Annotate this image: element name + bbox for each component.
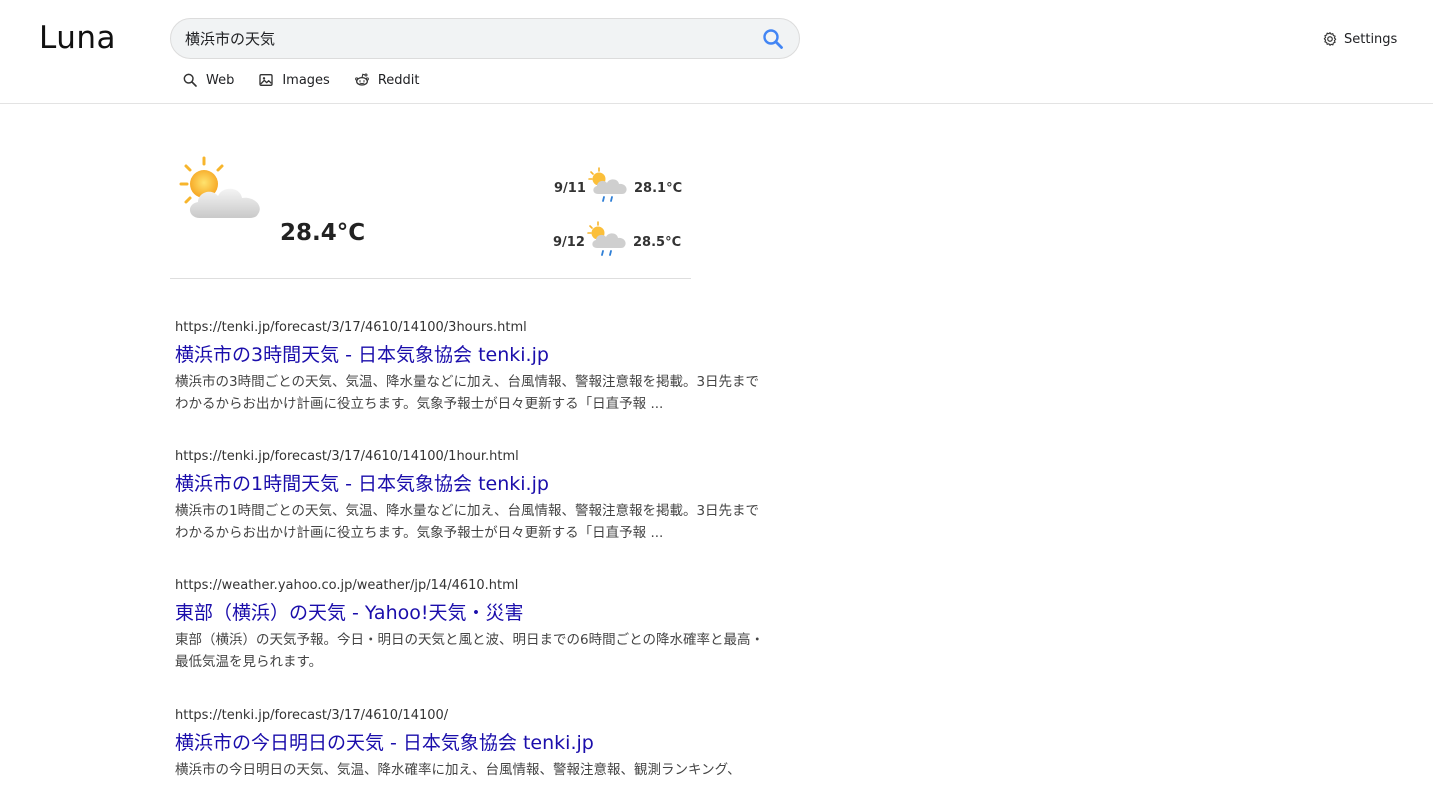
- forecast-temp: 28.1°C: [634, 180, 683, 196]
- result-title-link[interactable]: 横浜市の1時間天気 - 日本気象協会 tenki.jp: [175, 472, 775, 496]
- tab-images[interactable]: Images: [258, 72, 330, 88]
- result-snippet: 横浜市の1時間ごとの天気、気温、降水量などに加え、台風情報、警報注意報を掲載。3…: [175, 503, 760, 541]
- forecast-date: 9/11: [554, 180, 586, 196]
- result-title-link[interactable]: 横浜市の今日明日の天気 - 日本気象協会 tenki.jp: [175, 731, 775, 755]
- search-result: https://tenki.jp/forecast/3/17/4610/1410…: [175, 449, 775, 544]
- result-title-link[interactable]: 東部（横浜）の天気 - Yahoo!天気・災害: [175, 601, 775, 625]
- forecast-temp: 28.5°C: [633, 234, 682, 250]
- search-icon: [183, 73, 197, 87]
- image-icon: [259, 74, 274, 86]
- settings-label: Settings: [1344, 31, 1398, 47]
- rain-cloud-sun-icon: [587, 220, 627, 264]
- tab-web[interactable]: Web: [182, 72, 234, 88]
- search-icon: [763, 29, 783, 49]
- tab-images-label: Images: [282, 72, 330, 88]
- luna-logo[interactable]: Luna: [39, 20, 116, 56]
- current-temperature: 28.4°C: [280, 220, 366, 246]
- result-snippet: 東部（横浜）の天気予報。今日・明日の天気と風と波、明日までの6時間ごとの降水確率…: [175, 632, 764, 670]
- forecast-row: 9/11 28.1°C: [554, 166, 682, 210]
- search-input[interactable]: [185, 19, 745, 58]
- settings-button[interactable]: Settings: [1322, 29, 1397, 49]
- search-result: https://weather.yahoo.co.jp/weather/jp/1…: [175, 578, 775, 673]
- search-tabs: Web Images Reddit: [182, 72, 420, 88]
- search-result: https://tenki.jp/forecast/3/17/4610/1410…: [175, 320, 775, 415]
- reddit-icon: [354, 73, 369, 86]
- weather-widget: 28.4°C 9/11 28.1°C 9/12 28.5°C: [170, 140, 691, 279]
- gear-icon: [1323, 32, 1337, 46]
- tab-web-label: Web: [206, 72, 235, 88]
- result-url: https://tenki.jp/forecast/3/17/4610/1410…: [175, 449, 519, 464]
- rain-cloud-sun-icon: [588, 166, 628, 210]
- result-snippet: 横浜市の今日明日の天気、気温、降水確率に加え、台風情報、警報注意報、観測ランキン…: [175, 762, 741, 778]
- forecast-date: 9/12: [553, 234, 585, 250]
- search-button[interactable]: [761, 27, 785, 51]
- header: Luna Settings Web: [0, 0, 1433, 104]
- result-url: https://tenki.jp/forecast/3/17/4610/1410…: [175, 320, 527, 335]
- tab-reddit[interactable]: Reddit: [354, 72, 420, 88]
- partly-cloudy-icon: [178, 156, 268, 230]
- search-result: https://tenki.jp/forecast/3/17/4610/1410…: [175, 708, 775, 781]
- result-title-link[interactable]: 横浜市の3時間天気 - 日本気象協会 tenki.jp: [175, 343, 775, 367]
- tab-reddit-label: Reddit: [377, 72, 420, 88]
- result-url: https://weather.yahoo.co.jp/weather/jp/1…: [175, 578, 519, 593]
- result-url: https://tenki.jp/forecast/3/17/4610/1410…: [175, 708, 449, 723]
- forecast-row: 9/12 28.5°C: [553, 220, 681, 264]
- result-snippet: 横浜市の3時間ごとの天気、気温、降水量などに加え、台風情報、警報注意報を掲載。3…: [175, 374, 760, 412]
- search-box[interactable]: [170, 18, 800, 59]
